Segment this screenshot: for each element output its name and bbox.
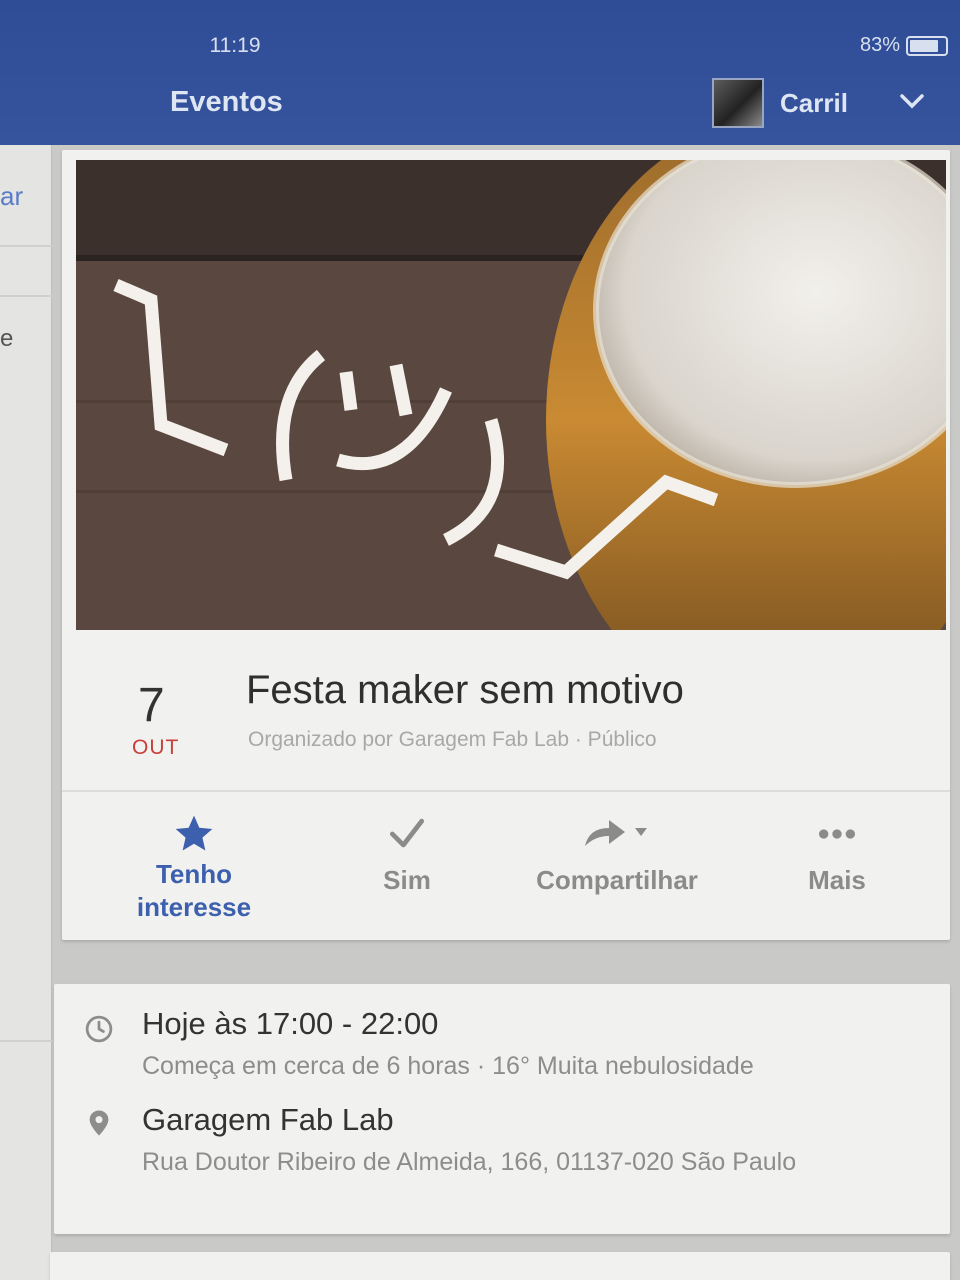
share-icon [585, 820, 647, 846]
battery-icon [906, 35, 948, 56]
event-time-row[interactable]: Hoje às 17:00 - 22:00 Começa em cerca de… [54, 1004, 950, 1094]
event-time: Hoje às 17:00 - 22:00 [142, 1006, 439, 1041]
interested-label: Tenho interesse [136, 859, 252, 922]
share-button[interactable]: Compartilhar [517, 810, 717, 897]
page-title: Eventos [170, 86, 283, 118]
chevron-down-icon[interactable] [898, 90, 926, 112]
divider [0, 295, 52, 297]
star-icon [175, 815, 213, 851]
share-label: Compartilhar [536, 865, 698, 895]
top-bar: 11:19 83% Eventos Carril [0, 0, 960, 145]
user-name[interactable]: Carril [780, 88, 848, 119]
sidebar-link[interactable]: ar [0, 181, 23, 212]
event-address: Rua Doutor Ribeiro de Almeida, 166, 0113… [142, 1148, 797, 1176]
status-battery: 83% [860, 34, 948, 57]
divider [62, 790, 950, 792]
divider [0, 1040, 52, 1042]
battery-percent: 83% [859, 34, 900, 56]
going-button[interactable]: Sim [352, 810, 462, 897]
event-actions: Tenho interesse Sim Compartilhar Mais [62, 810, 950, 930]
location-pin-icon [89, 1110, 109, 1136]
divider [0, 245, 52, 247]
event-cover-image[interactable] [76, 160, 946, 630]
event-place: Garagem Fab Lab [142, 1102, 394, 1137]
event-location-row[interactable]: Garagem Fab Lab Rua Doutor Ribeiro de Al… [54, 1102, 950, 1222]
event-date-day: 7 [138, 679, 165, 732]
avatar[interactable] [712, 78, 764, 128]
event-card: 7 OUT Festa maker sem motivo Organizado … [62, 150, 950, 940]
clock-icon [85, 1015, 113, 1043]
event-details-card: Hoje às 17:00 - 22:00 Começa em cerca de… [54, 984, 950, 1234]
interested-button[interactable]: Tenho interesse [114, 810, 274, 924]
more-button[interactable]: Mais [782, 810, 892, 897]
check-icon [389, 818, 425, 848]
left-sidebar: ar e [0, 145, 52, 1280]
event-time-sub: Começa em cerca de 6 horas · 16° Muita n… [142, 1052, 754, 1080]
event-title: Festa maker sem motivo [246, 668, 684, 712]
more-icon [819, 829, 855, 839]
status-time: 11:19 [209, 34, 261, 57]
next-card [50, 1252, 950, 1280]
going-label: Sim [383, 865, 431, 895]
more-label: Mais [808, 865, 866, 895]
cover-illustration [76, 160, 946, 630]
event-organizer[interactable]: Organizado por Garagem Fab Lab · Público [248, 728, 657, 752]
event-date-month: OUT [132, 736, 180, 759]
sidebar-text: e [0, 325, 14, 352]
